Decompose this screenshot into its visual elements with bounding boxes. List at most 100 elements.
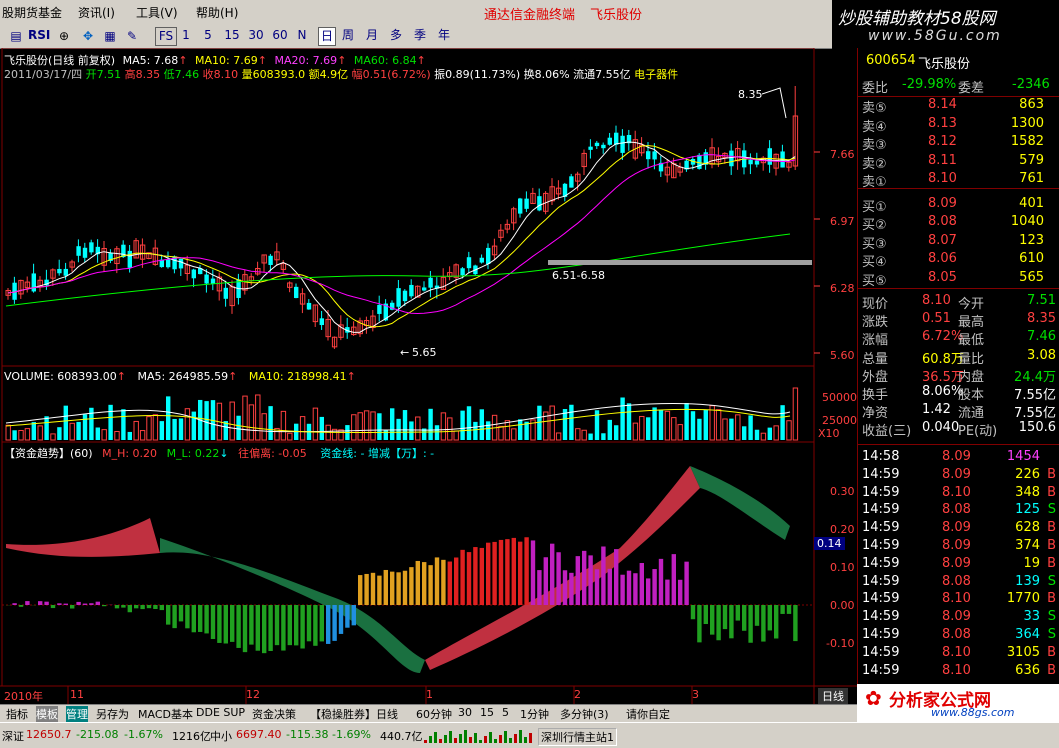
period-quarter[interactable]: 季 bbox=[412, 27, 428, 44]
zoom-icon[interactable]: ⊕ bbox=[54, 27, 74, 46]
bottom-tab[interactable]: 15 bbox=[480, 706, 494, 719]
bottom-tab[interactable]: 5 bbox=[502, 706, 509, 719]
tick-row: 14:598.08139S bbox=[858, 573, 1059, 590]
menu-item-tools[interactable]: 工具(V) bbox=[136, 4, 178, 21]
candle-body bbox=[224, 288, 228, 299]
period-week[interactable]: 周 bbox=[340, 27, 356, 44]
indicator-bar bbox=[620, 575, 624, 605]
indicator-bar bbox=[569, 573, 573, 605]
bottom-tab[interactable]: 60分钟 bbox=[416, 706, 452, 722]
volume-bar bbox=[153, 415, 157, 440]
volume-bar bbox=[473, 422, 477, 440]
bottom-tab[interactable]: 另存为 bbox=[96, 706, 129, 722]
indicator-bar bbox=[608, 569, 612, 605]
bottom-tab[interactable]: 1分钟 bbox=[520, 706, 549, 722]
volume-header: VOLUME: 608393.00↑ MA5: 264985.59↑ MA10:… bbox=[4, 370, 356, 383]
volume-bar bbox=[160, 421, 164, 440]
tick-price: 8.09 bbox=[942, 467, 971, 482]
period-month[interactable]: 月 bbox=[364, 27, 380, 44]
ma5-line bbox=[8, 142, 795, 332]
indicator-bar bbox=[179, 605, 183, 621]
period-multi[interactable]: 多 bbox=[388, 27, 404, 44]
indicator-bar bbox=[768, 605, 772, 630]
period-15[interactable]: 15 bbox=[224, 27, 240, 44]
tick-time: 14:59 bbox=[862, 663, 899, 678]
tick-row: 14:598.09628B bbox=[858, 519, 1059, 536]
tick-volume: 19 bbox=[1023, 556, 1040, 571]
mini-market-bar bbox=[489, 732, 492, 743]
bottom-tab[interactable]: DDE SUP bbox=[196, 706, 245, 719]
period-n[interactable]: N bbox=[296, 27, 308, 44]
volume-bar bbox=[576, 429, 580, 440]
volume-bar bbox=[358, 413, 362, 440]
period-5[interactable]: 5 bbox=[202, 27, 214, 44]
bottom-tab[interactable]: MACD基本 bbox=[138, 706, 193, 722]
mini-market-bar bbox=[469, 737, 472, 743]
period-label[interactable]: 日线 bbox=[818, 688, 848, 704]
station-label[interactable]: 深圳行情主站1 bbox=[538, 728, 617, 746]
move-icon[interactable]: ✥ bbox=[78, 27, 98, 46]
bottom-tab[interactable]: 模板 bbox=[36, 706, 58, 722]
period-1[interactable]: 1 bbox=[180, 27, 192, 44]
indicator-mh: M_H: 0.20 bbox=[102, 447, 157, 460]
bottom-tab[interactable]: 资金决策 bbox=[252, 706, 296, 722]
indicator-bar bbox=[467, 552, 471, 605]
indicator-bar bbox=[736, 605, 740, 621]
period-year[interactable]: 年 bbox=[436, 27, 452, 44]
candle-body bbox=[409, 285, 413, 296]
period-60[interactable]: 60 bbox=[272, 27, 288, 44]
indicator-bar bbox=[128, 605, 132, 612]
candle-body bbox=[524, 199, 528, 209]
candle-body bbox=[608, 138, 612, 145]
indicator-bar bbox=[441, 560, 445, 605]
stock-code: 600654 bbox=[866, 53, 916, 68]
panel-divider bbox=[858, 288, 1059, 289]
indicator-bar bbox=[588, 555, 592, 605]
indicator-bar bbox=[640, 563, 644, 605]
menu-item-futures[interactable]: 股期货基金 bbox=[2, 4, 62, 21]
volume-title: VOLUME: 608393.00 bbox=[4, 370, 117, 383]
rsi-button[interactable]: RSI bbox=[28, 27, 50, 44]
period-day[interactable]: 日 bbox=[318, 27, 336, 46]
tick-row: 14:598.09226B bbox=[858, 466, 1059, 483]
fs-button[interactable]: FS bbox=[155, 27, 177, 46]
indicator-bar bbox=[364, 574, 368, 605]
indicator-bar bbox=[345, 605, 349, 628]
indicator-bar bbox=[531, 540, 535, 605]
bottom-tab[interactable]: 多分钟(3) bbox=[560, 706, 609, 722]
menu-item-help[interactable]: 帮助(H) bbox=[196, 4, 238, 21]
sell-level-label: 卖② bbox=[862, 153, 887, 172]
app-title: 通达信金融终端 bbox=[484, 4, 575, 23]
bottom-tab[interactable]: 请你自定 bbox=[626, 706, 670, 722]
sell-row: 卖①8.10761 bbox=[858, 170, 1059, 189]
indicator-bar bbox=[326, 605, 330, 644]
menu-item-info[interactable]: 资讯(I) bbox=[78, 4, 115, 21]
indicator-bar bbox=[633, 573, 637, 605]
candle-body bbox=[57, 269, 61, 273]
indicator-bar bbox=[57, 603, 61, 605]
bottom-tab[interactable]: 【稳操胜券】日线 bbox=[310, 706, 398, 722]
sell-volume: 863 bbox=[1019, 97, 1044, 112]
chart-icon[interactable]: ▤ bbox=[6, 27, 26, 46]
candle-body bbox=[755, 161, 759, 165]
bottom-tab[interactable]: 管理 bbox=[66, 706, 88, 722]
indicator-bar bbox=[761, 605, 765, 642]
indicator-bar bbox=[288, 605, 292, 645]
indicator-bar bbox=[492, 542, 496, 605]
grid-icon[interactable]: ▦ bbox=[100, 27, 120, 46]
indicator-bar bbox=[12, 603, 16, 605]
indicator-bar bbox=[211, 605, 215, 639]
weicha-label: 委差 bbox=[958, 77, 984, 96]
weibi-value: -29.98% bbox=[902, 77, 956, 92]
stock-title: 飞乐股份 bbox=[590, 4, 642, 23]
chart-area[interactable]: 飞乐股份(日线 前复权) MA5: 7.68↑ MA10: 7.69↑ MA20… bbox=[0, 48, 857, 704]
candle-body bbox=[32, 273, 36, 291]
bottom-tab[interactable]: 30 bbox=[458, 706, 472, 719]
edit-icon[interactable]: ✎ bbox=[122, 27, 142, 46]
tick-time: 14:59 bbox=[862, 609, 899, 624]
buy-row: 买②8.081040 bbox=[858, 213, 1059, 232]
indicator-bar bbox=[96, 602, 100, 605]
bottom-tab[interactable]: 指标 bbox=[6, 706, 28, 722]
period-30[interactable]: 30 bbox=[248, 27, 264, 44]
tick-time: 14:59 bbox=[862, 645, 899, 660]
